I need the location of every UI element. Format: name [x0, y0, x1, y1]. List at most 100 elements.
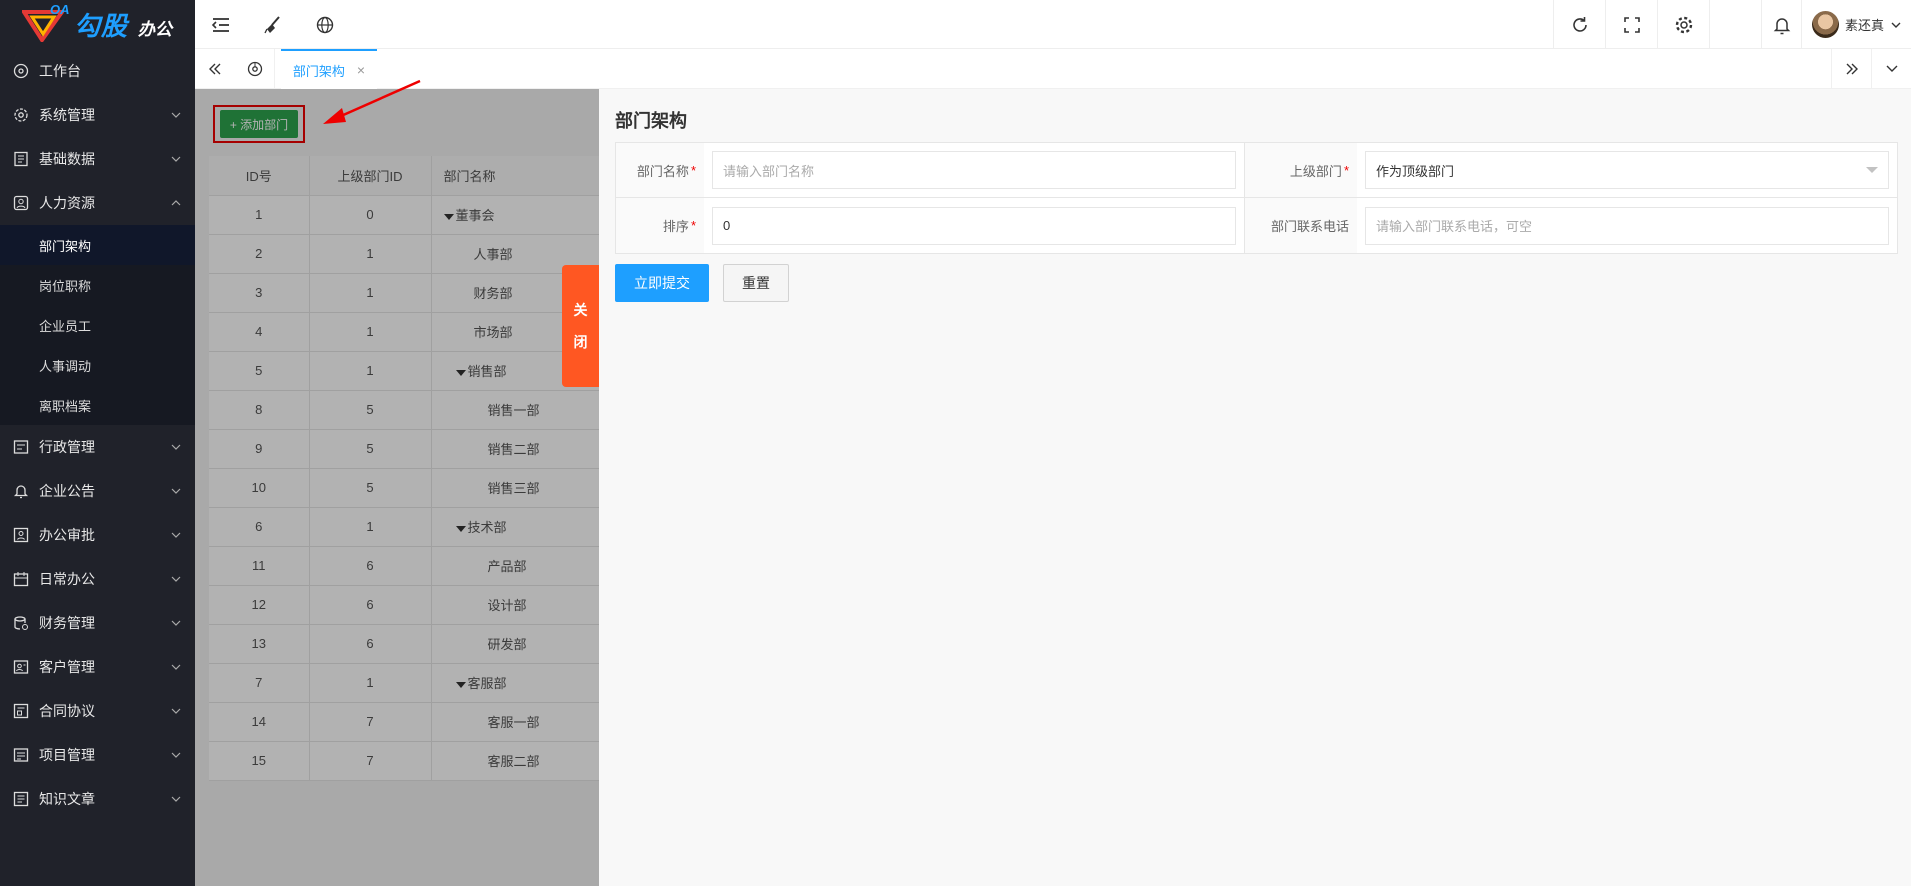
close-char: 关	[573, 302, 588, 318]
phone-cell: 请输入部门联系电话，可空	[1357, 198, 1897, 253]
dashboard-icon	[247, 61, 262, 77]
sidebar-subitem-label: 岗位职称	[39, 278, 92, 294]
department-name-cell: 请输入部门名称	[704, 143, 1245, 197]
approve-icon	[13, 527, 29, 543]
sidebar-item-label: 基础数据	[39, 151, 95, 167]
system-icon	[13, 107, 29, 123]
sidebar-item-label: 财务管理	[39, 615, 95, 631]
chevron-down-icon	[171, 488, 181, 494]
chevron-down-icon	[171, 576, 181, 582]
user-name: 素还真	[1845, 18, 1885, 33]
department-name-input[interactable]: 请输入部门名称	[712, 151, 1236, 189]
sort-input[interactable]: 0	[712, 206, 1236, 245]
sidebar: OA 勾股 办公 工作台 系统管理 基础数据 人力资源 部门架构 岗位职称 企业…	[0, 0, 195, 886]
tab-scroll-right-button[interactable]	[1831, 49, 1871, 89]
gear-icon	[1675, 16, 1692, 33]
sidebar-item-daily[interactable]: 日常办公	[0, 557, 195, 601]
sidebar-item-notice[interactable]: 企业公告	[0, 469, 195, 513]
bell-icon	[13, 483, 29, 499]
sidebar-item-finance[interactable]: 财务管理	[0, 601, 195, 645]
contract-icon	[13, 703, 29, 719]
phone-input[interactable]: 请输入部门联系电话，可空	[1365, 206, 1889, 245]
sort-cell: 0	[704, 198, 1245, 253]
sidebar-subitem-transfer[interactable]: 人事调动	[0, 345, 195, 385]
globe-icon	[316, 16, 334, 33]
logo-brand-sub: 办公	[138, 20, 173, 39]
sidebar-subitem-label: 部门架构	[39, 238, 92, 254]
chevron-down-icon	[171, 620, 181, 626]
sidebar-item-system[interactable]: 系统管理	[0, 93, 195, 137]
refresh-icon	[1572, 16, 1587, 32]
sidebar-item-basic-data[interactable]: 基础数据	[0, 137, 195, 181]
sidebar-item-contract[interactable]: 合同协议	[0, 689, 195, 733]
admin-icon	[13, 439, 29, 455]
drawer-title: 部门架构	[615, 111, 687, 131]
sidebar-menu-lower: 行政管理 企业公告 办公审批 日常办公 财务管理 客户管理 合同协议 项目管理 …	[0, 425, 195, 821]
sidebar-item-article[interactable]: 知识文章	[0, 777, 195, 821]
chevron-down-icon	[1886, 65, 1897, 72]
form-row: 排序 * 0 部门联系电话 请输入部门联系电话，可空	[616, 198, 1897, 253]
bell-icon	[1773, 17, 1790, 34]
notification-button[interactable]	[1761, 0, 1801, 49]
form-actions: 立即提交 重置	[615, 264, 789, 302]
sidebar-subitem-label: 离职档案	[39, 398, 92, 414]
phone-label: 部门联系电话	[1245, 198, 1357, 253]
sidebar-item-label: 行政管理	[39, 439, 95, 455]
language-button[interactable]	[299, 0, 351, 49]
sidebar-menu: 工作台 系统管理 基础数据 人力资源	[0, 49, 195, 225]
chevron-down-icon	[171, 796, 181, 802]
sidebar-item-label: 系统管理	[39, 107, 95, 123]
user-menu[interactable]: 素还真	[1801, 0, 1911, 49]
sidebar-item-label: 日常办公	[39, 571, 95, 587]
menu-fold-icon	[211, 17, 229, 32]
fullscreen-button[interactable]	[1605, 0, 1657, 49]
hr-submenu: 部门架构 岗位职称 企业员工 人事调动 离职档案	[0, 225, 195, 425]
sidebar-subitem-employee[interactable]: 企业员工	[0, 305, 195, 345]
sort-label: 排序 *	[616, 198, 704, 253]
parent-department-select[interactable]: 作为顶级部门	[1365, 151, 1889, 189]
sidebar-item-project[interactable]: 项目管理	[0, 733, 195, 777]
sidebar-item-hr[interactable]: 人力资源	[0, 181, 195, 225]
sidebar-item-label: 合同协议	[39, 703, 95, 719]
chevron-down-icon	[171, 664, 181, 670]
pointer-arrow-icon	[323, 79, 421, 124]
clear-cache-button[interactable]	[247, 0, 299, 49]
double-chevron-left-icon	[209, 63, 221, 75]
collapse-menu-button[interactable]	[195, 0, 247, 49]
refresh-button[interactable]	[1553, 0, 1605, 49]
avatar	[1812, 11, 1839, 38]
sidebar-item-workbench[interactable]: 工作台	[0, 49, 195, 93]
sidebar-subitem-position[interactable]: 岗位职称	[0, 265, 195, 305]
article-icon	[13, 791, 29, 807]
sidebar-item-label: 人力资源	[39, 195, 95, 211]
chevron-down-icon	[171, 752, 181, 758]
brush-icon	[264, 15, 280, 33]
tab-options-button[interactable]	[1871, 49, 1911, 89]
sidebar-item-label: 工作台	[39, 63, 81, 79]
reset-button[interactable]: 重置	[723, 264, 789, 302]
chevron-up-icon	[171, 200, 181, 206]
close-char: 闭	[573, 334, 588, 350]
sidebar-item-customer[interactable]: 客户管理	[0, 645, 195, 689]
top-header: 素还真	[195, 0, 1911, 49]
submit-button[interactable]: 立即提交	[615, 264, 709, 302]
dashboard-icon	[13, 63, 29, 79]
modal-overlay[interactable]	[195, 89, 599, 886]
app-logo[interactable]: OA 勾股 办公	[0, 0, 195, 49]
tab-scroll-left-button[interactable]	[195, 49, 235, 89]
settings-button[interactable]	[1657, 0, 1709, 49]
finance-icon	[13, 615, 29, 631]
department-name-label: 部门名称 *	[616, 143, 704, 197]
data-icon	[13, 151, 29, 167]
close-icon[interactable]: ×	[357, 62, 365, 78]
drawer-close-button[interactable]: 关 闭	[562, 265, 599, 387]
form-row: 部门名称 * 请输入部门名称 上级部门 * 作为顶级部门	[616, 143, 1897, 198]
sidebar-subitem-resignation[interactable]: 离职档案	[0, 385, 195, 425]
caret-down-icon	[1866, 167, 1878, 173]
logo-brand: 勾股	[74, 11, 129, 41]
home-tab[interactable]	[235, 49, 275, 89]
sidebar-item-approval[interactable]: 办公审批	[0, 513, 195, 557]
sidebar-subitem-department[interactable]: 部门架构	[0, 225, 195, 265]
sidebar-item-admin[interactable]: 行政管理	[0, 425, 195, 469]
hr-icon	[13, 195, 29, 211]
